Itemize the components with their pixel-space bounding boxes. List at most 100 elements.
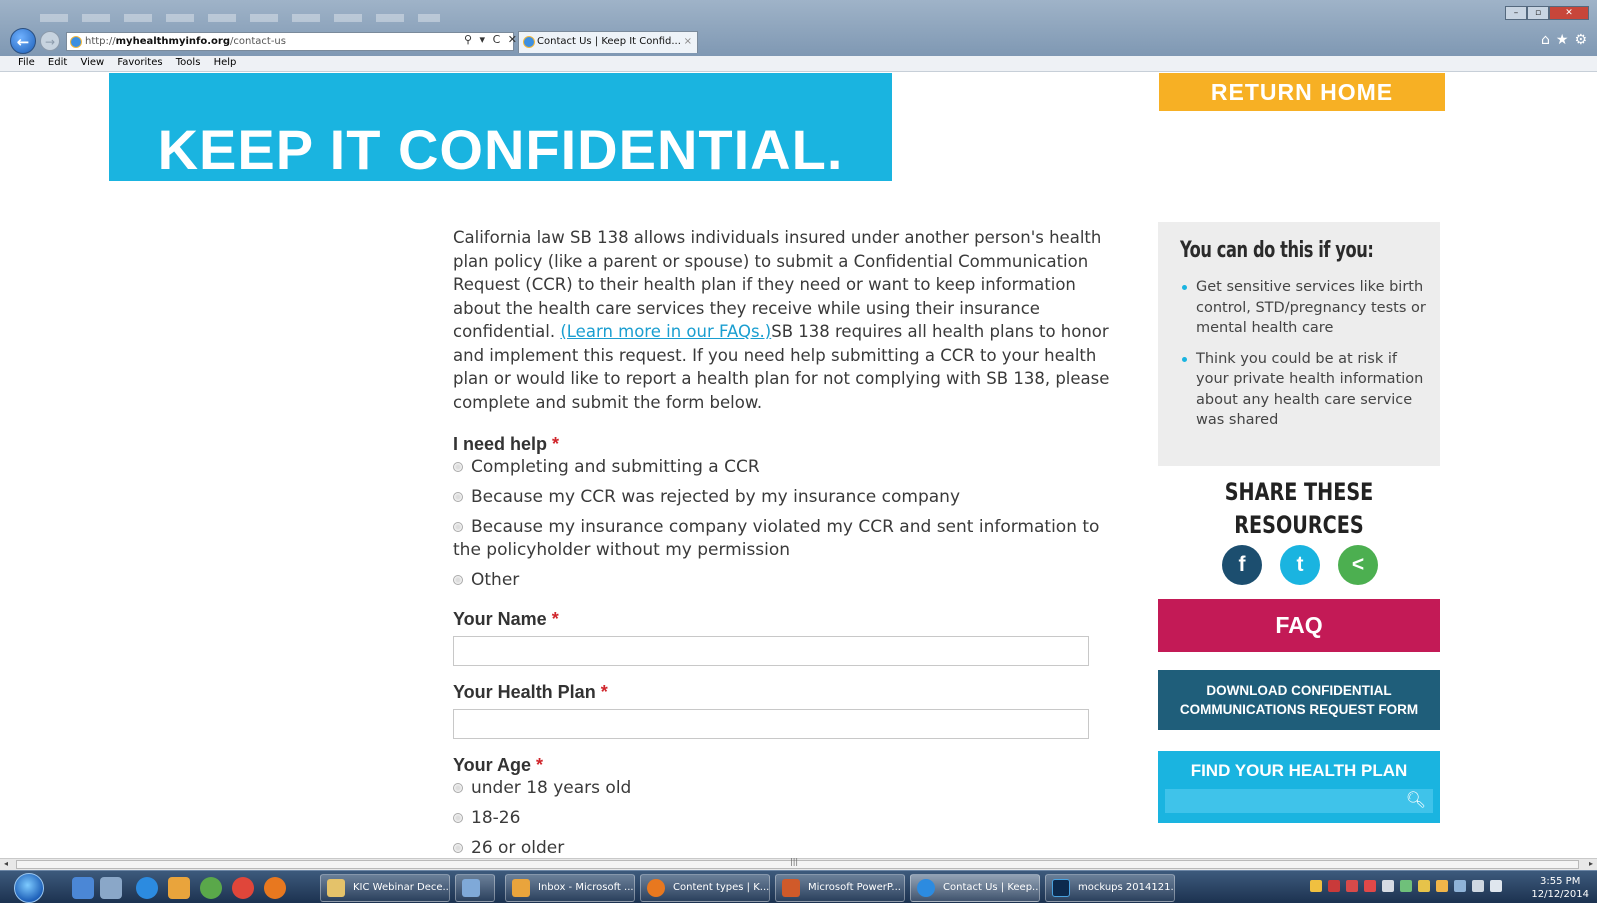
home-favorites-tools-icons[interactable]: ⌂★⚙	[1541, 32, 1593, 48]
tray-icon[interactable]	[1400, 880, 1412, 892]
facebook-icon[interactable]: f	[1222, 545, 1262, 585]
taskbar-clock[interactable]: 3:55 PM 12/12/2014	[1531, 875, 1589, 901]
radio-button[interactable]	[453, 492, 463, 502]
tab-contact-us[interactable]: Contact Us | Keep It Confid... ×	[518, 31, 698, 53]
return-home-button[interactable]: RETURN HOME	[1159, 73, 1445, 111]
help-group: I need help * Completing and submitting …	[453, 434, 1113, 592]
taskbar-network[interactable]	[455, 874, 495, 902]
health-plan-group: Your Health Plan *	[453, 682, 1113, 739]
volume-icon[interactable]	[1490, 880, 1502, 892]
tray-icon[interactable]	[1346, 880, 1358, 892]
tab-close-icon[interactable]: ×	[684, 32, 692, 52]
list-item: Think you could be at risk if your priva…	[1182, 349, 1427, 431]
network-tray-icon[interactable]	[1472, 880, 1484, 892]
twitter-icon[interactable]: t	[1280, 545, 1320, 585]
find-health-plan-box: FIND YOUR HEALTH PLAN 🔍︎	[1158, 751, 1440, 823]
outlook-icon[interactable]	[168, 877, 190, 899]
intro-paragraph: California law SB 138 allows individuals…	[453, 226, 1113, 414]
tray-icon[interactable]	[1382, 880, 1394, 892]
age-option-18-26[interactable]: 18-26	[453, 807, 1113, 830]
taskbar-contact-us[interactable]: Contact Us | Keep...	[910, 874, 1040, 902]
name-input[interactable]	[453, 636, 1089, 666]
clock-time: 3:55 PM	[1540, 876, 1581, 887]
find-health-plan-title: FIND YOUR HEALTH PLAN	[1190, 761, 1408, 780]
minimize-button[interactable]: –	[1505, 6, 1527, 20]
horizontal-scrollbar[interactable]: ◂ ||| ▸	[0, 857, 1597, 870]
faq-button[interactable]: FAQ	[1158, 599, 1440, 652]
download-form-button[interactable]: DOWNLOAD CONFIDENTIAL COMMUNICATIONS REQ…	[1158, 670, 1440, 730]
tray-icon[interactable]	[1364, 880, 1376, 892]
taskbar-photoshop[interactable]: mockups 2014121...	[1045, 874, 1175, 902]
tray-icon[interactable]	[1454, 880, 1466, 892]
scroll-grip-icon: |||	[790, 857, 799, 866]
window-switcher-icon[interactable]	[100, 877, 122, 899]
share-icon[interactable]: <	[1338, 545, 1378, 585]
required-mark: *	[600, 682, 608, 702]
menu-edit[interactable]: Edit	[48, 57, 67, 68]
system-tray	[1310, 880, 1502, 892]
menu-bar: File Edit View Favorites Tools Help	[0, 56, 1597, 72]
tray-icon[interactable]	[1328, 880, 1340, 892]
close-window-button[interactable]: ✕	[1549, 6, 1589, 20]
taskbar-folder[interactable]: KIC Webinar Dece...	[320, 874, 450, 902]
help-option-rejected[interactable]: Because my CCR was rejected by my insura…	[453, 486, 1113, 509]
faq-link[interactable]: (Learn more in our FAQs.)	[560, 322, 771, 341]
address-domain: myhealthmyinfo.org	[115, 36, 231, 47]
browser-title-bar: ← → http://myhealthmyinfo.org/contact-us…	[0, 0, 1597, 56]
internet-explorer-icon	[917, 879, 935, 897]
help-option-ccr[interactable]: Completing and submitting a CCR	[453, 456, 1113, 479]
firefox-icon	[647, 879, 665, 897]
address-bar[interactable]: http://myhealthmyinfo.org/contact-us	[66, 32, 514, 51]
help-option-violated[interactable]: Because my insurance company violated my…	[453, 516, 1113, 562]
tray-icon[interactable]	[1310, 880, 1322, 892]
menu-file[interactable]: File	[18, 57, 35, 68]
app-icon[interactable]	[200, 877, 222, 899]
share-heading: SHARE THESE RESOURCES	[1186, 476, 1412, 542]
share-heading-line1: SHARE THESE	[1224, 478, 1374, 506]
radio-button[interactable]	[453, 522, 463, 532]
tray-icon[interactable]	[1418, 880, 1430, 892]
eligibility-list: Get sensitive services like birth contro…	[1182, 277, 1427, 441]
taskbar-powerpoint[interactable]: Microsoft PowerP...	[775, 874, 905, 902]
maximize-button[interactable]: ▫	[1527, 6, 1549, 20]
internet-explorer-icon[interactable]	[136, 877, 158, 899]
age-option-under-18[interactable]: under 18 years old	[453, 777, 1113, 800]
taskbar-inbox[interactable]: Inbox - Microsoft ...	[505, 874, 635, 902]
folder-icon	[327, 879, 345, 897]
age-option-label: 18-26	[471, 808, 521, 828]
desktop-icon[interactable]	[72, 877, 94, 899]
radio-button[interactable]	[453, 783, 463, 793]
radio-button[interactable]	[453, 813, 463, 823]
firefox-icon[interactable]	[264, 877, 286, 899]
menu-view[interactable]: View	[80, 57, 104, 68]
help-option-label: Because my insurance company violated my…	[453, 517, 1100, 560]
radio-button[interactable]	[453, 575, 463, 585]
health-plan-input[interactable]	[453, 709, 1089, 739]
window-buttons: – ▫ ✕	[1505, 6, 1589, 20]
start-button-icon[interactable]	[14, 873, 44, 903]
health-plan-label-text: Your Health Plan	[453, 682, 596, 702]
tray-icon[interactable]	[1436, 880, 1448, 892]
help-option-other[interactable]: Other	[453, 569, 1113, 592]
required-mark: *	[536, 755, 544, 775]
search-icon[interactable]: 🔍︎	[1406, 790, 1426, 809]
scroll-right-icon[interactable]: ▸	[1589, 859, 1593, 868]
radio-button[interactable]	[453, 843, 463, 853]
forward-arrow-icon[interactable]: →	[40, 31, 60, 51]
address-tools[interactable]: ⚲ ▾ C ✕	[464, 33, 519, 46]
menu-favorites[interactable]: Favorites	[117, 57, 162, 68]
taskbar-content-types[interactable]: Content types | K...	[640, 874, 770, 902]
health-plan-search-input[interactable]	[1165, 789, 1433, 813]
menu-tools[interactable]: Tools	[176, 57, 201, 68]
age-option-26-older[interactable]: 26 or older	[453, 837, 1113, 860]
eligibility-box: You can do this if you: Get sensitive se…	[1158, 222, 1440, 466]
scroll-left-icon[interactable]: ◂	[4, 859, 8, 868]
chrome-icon[interactable]	[232, 877, 254, 899]
radio-button[interactable]	[453, 462, 463, 472]
taskbar-label: Content types | K...	[673, 882, 770, 893]
outlook-icon	[512, 879, 530, 897]
menu-help[interactable]: Help	[214, 57, 237, 68]
back-arrow-icon[interactable]: ←	[10, 28, 36, 54]
eligibility-title: You can do this if you:	[1180, 238, 1374, 263]
address-prefix: http://	[85, 36, 116, 47]
